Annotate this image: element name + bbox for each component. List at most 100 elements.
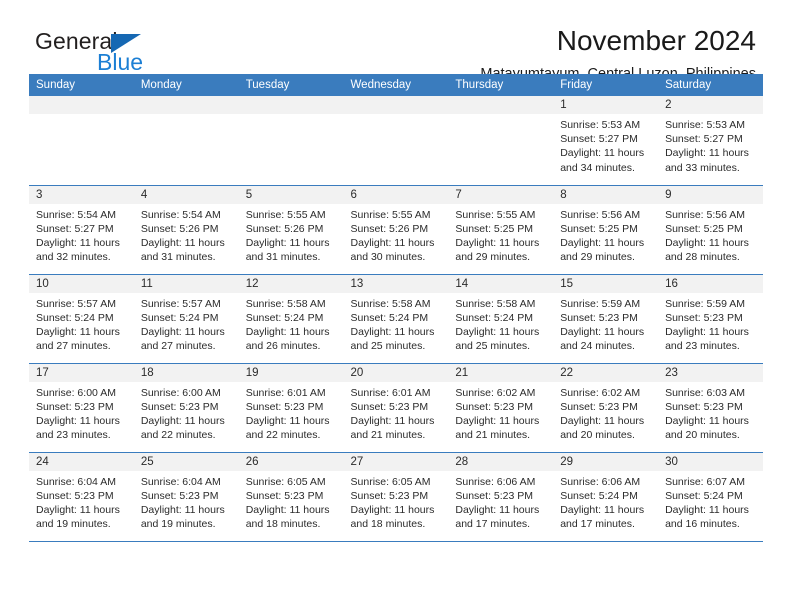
- day-details: Sunrise: 5:57 AM Sunset: 5:24 PM Dayligh…: [29, 293, 134, 354]
- sunrise-text: Sunrise: 6:00 AM: [140, 386, 221, 399]
- day-number: 3: [29, 185, 134, 204]
- day-cell[interactable]: 24 Sunrise: 6:04 AM Sunset: 5:23 PM Dayl…: [29, 452, 134, 542]
- calendar-body: 1 Sunrise: 5:53 AM Sunset: 5:27 PM Dayli…: [29, 96, 763, 542]
- daylight-text-line1: Daylight: 11 hours: [36, 325, 120, 338]
- day-cell[interactable]: 5 Sunrise: 5:55 AM Sunset: 5:26 PM Dayli…: [238, 185, 344, 275]
- day-details: Sunrise: 6:02 AM Sunset: 5:23 PM Dayligh…: [553, 382, 658, 443]
- sunset-text: Sunset: 5:23 PM: [350, 400, 429, 413]
- daylight-text-line2: and 18 minutes.: [245, 518, 321, 531]
- day-cell[interactable]: [343, 96, 449, 186]
- daylight-text-line1: Daylight: 11 hours: [36, 503, 120, 516]
- day-cell[interactable]: 25 Sunrise: 6:04 AM Sunset: 5:23 PM Dayl…: [133, 452, 239, 542]
- day-cell[interactable]: 15 Sunrise: 5:59 AM Sunset: 5:23 PM Dayl…: [553, 274, 659, 364]
- day-cell[interactable]: 27 Sunrise: 6:05 AM Sunset: 5:23 PM Dayl…: [343, 452, 449, 542]
- daylight-text-line1: Daylight: 11 hours: [350, 503, 435, 516]
- weekday-header-wednesday: Wednesday: [350, 79, 412, 91]
- daylight-text-line1: Daylight: 11 hours: [245, 503, 330, 516]
- day-details: Sunrise: 5:53 AM Sunset: 5:27 PM Dayligh…: [553, 114, 658, 175]
- daylight-text-line1: Daylight: 11 hours: [455, 236, 540, 249]
- day-cell[interactable]: [238, 96, 344, 186]
- daylight-text-line2: and 28 minutes.: [665, 251, 740, 264]
- daylight-text-line2: and 16 minutes.: [665, 518, 740, 531]
- day-details: Sunrise: 5:53 AM Sunset: 5:27 PM Dayligh…: [658, 114, 763, 175]
- week-row: 10 Sunrise: 5:57 AM Sunset: 5:24 PM Dayl…: [29, 274, 763, 364]
- day-cell[interactable]: 18 Sunrise: 6:00 AM Sunset: 5:23 PM Dayl…: [133, 363, 239, 453]
- day-cell[interactable]: 2 Sunrise: 5:53 AM Sunset: 5:27 PM Dayli…: [658, 96, 763, 186]
- day-cell[interactable]: 8 Sunrise: 5:56 AM Sunset: 5:25 PM Dayli…: [553, 185, 659, 275]
- day-cell[interactable]: 11 Sunrise: 5:57 AM Sunset: 5:24 PM Dayl…: [133, 274, 239, 364]
- day-number: 16: [658, 274, 763, 293]
- weekday-header-friday: Friday: [560, 79, 593, 91]
- week-row: 3 Sunrise: 5:54 AM Sunset: 5:27 PM Dayli…: [29, 185, 763, 275]
- sunset-text: Sunset: 5:24 PM: [665, 489, 743, 502]
- daylight-text-line2: and 32 minutes.: [36, 251, 111, 264]
- day-cell[interactable]: 23 Sunrise: 6:03 AM Sunset: 5:23 PM Dayl…: [658, 363, 763, 453]
- day-cell[interactable]: [133, 96, 239, 186]
- day-cell[interactable]: 14 Sunrise: 5:58 AM Sunset: 5:24 PM Dayl…: [448, 274, 554, 364]
- day-cell[interactable]: 10 Sunrise: 5:57 AM Sunset: 5:24 PM Dayl…: [29, 274, 134, 364]
- page-title: November 2024: [556, 25, 756, 56]
- sunrise-text: Sunrise: 5:57 AM: [36, 297, 116, 310]
- sunset-text: Sunset: 5:24 PM: [350, 311, 429, 324]
- day-cell[interactable]: 19 Sunrise: 6:01 AM Sunset: 5:23 PM Dayl…: [238, 363, 344, 453]
- daylight-text-line1: Daylight: 11 hours: [455, 414, 540, 427]
- daylight-text-line1: Daylight: 11 hours: [560, 325, 645, 338]
- sunset-text: Sunset: 5:24 PM: [140, 311, 219, 324]
- day-details: Sunrise: 5:54 AM Sunset: 5:26 PM Dayligh…: [134, 204, 239, 265]
- day-details: Sunrise: 5:58 AM Sunset: 5:24 PM Dayligh…: [344, 293, 449, 354]
- sunset-text: Sunset: 5:23 PM: [665, 311, 743, 324]
- day-details: Sunrise: 6:05 AM Sunset: 5:23 PM Dayligh…: [239, 471, 344, 532]
- daylight-text-line1: Daylight: 11 hours: [560, 236, 645, 249]
- daylight-text-line2: and 20 minutes.: [665, 429, 740, 442]
- daylight-text-line2: and 29 minutes.: [455, 251, 531, 264]
- day-number: 4: [133, 185, 239, 204]
- day-cell[interactable]: 12 Sunrise: 5:58 AM Sunset: 5:24 PM Dayl…: [238, 274, 344, 364]
- day-cell[interactable]: 16 Sunrise: 5:59 AM Sunset: 5:23 PM Dayl…: [658, 274, 763, 364]
- day-cell[interactable]: 26 Sunrise: 6:05 AM Sunset: 5:23 PM Dayl…: [238, 452, 344, 542]
- sunrise-text: Sunrise: 6:02 AM: [455, 386, 536, 399]
- sunrise-text: Sunrise: 5:56 AM: [665, 208, 746, 221]
- day-cell[interactable]: 21 Sunrise: 6:02 AM Sunset: 5:23 PM Dayl…: [448, 363, 554, 453]
- day-details: Sunrise: 6:06 AM Sunset: 5:23 PM Dayligh…: [448, 471, 553, 532]
- day-details: Sunrise: 6:00 AM Sunset: 5:23 PM Dayligh…: [29, 382, 134, 443]
- day-details: Sunrise: 5:59 AM Sunset: 5:23 PM Dayligh…: [553, 293, 658, 354]
- sunset-text: Sunset: 5:24 PM: [36, 311, 114, 324]
- day-cell[interactable]: 3 Sunrise: 5:54 AM Sunset: 5:27 PM Dayli…: [29, 185, 134, 275]
- day-cell[interactable]: 29 Sunrise: 6:06 AM Sunset: 5:24 PM Dayl…: [553, 452, 659, 542]
- day-cell[interactable]: 30 Sunrise: 6:07 AM Sunset: 5:24 PM Dayl…: [658, 452, 763, 542]
- daylight-text-line1: Daylight: 11 hours: [665, 236, 749, 249]
- day-details: Sunrise: 6:00 AM Sunset: 5:23 PM Dayligh…: [134, 382, 239, 443]
- day-number: 26: [238, 452, 344, 471]
- sunset-text: Sunset: 5:27 PM: [665, 133, 743, 146]
- day-cell[interactable]: 1 Sunrise: 5:53 AM Sunset: 5:27 PM Dayli…: [553, 96, 659, 186]
- daylight-text-line2: and 17 minutes.: [455, 518, 531, 531]
- day-cell[interactable]: 28 Sunrise: 6:06 AM Sunset: 5:23 PM Dayl…: [448, 452, 554, 542]
- day-details: Sunrise: 5:55 AM Sunset: 5:26 PM Dayligh…: [239, 204, 344, 265]
- daylight-text-line2: and 30 minutes.: [350, 251, 426, 264]
- day-cell[interactable]: 22 Sunrise: 6:02 AM Sunset: 5:23 PM Dayl…: [553, 363, 659, 453]
- daylight-text-line2: and 31 minutes.: [245, 251, 321, 264]
- day-cell[interactable]: 9 Sunrise: 5:56 AM Sunset: 5:25 PM Dayli…: [658, 185, 763, 275]
- sunset-text: Sunset: 5:23 PM: [350, 489, 429, 502]
- day-cell[interactable]: 17 Sunrise: 6:00 AM Sunset: 5:23 PM Dayl…: [29, 363, 134, 453]
- day-cell[interactable]: 7 Sunrise: 5:55 AM Sunset: 5:25 PM Dayli…: [448, 185, 554, 275]
- daylight-text-line2: and 22 minutes.: [245, 429, 321, 442]
- day-number: 1: [553, 96, 659, 114]
- daylight-text-line2: and 33 minutes.: [665, 161, 740, 174]
- sunset-text: Sunset: 5:25 PM: [455, 222, 534, 235]
- day-cell[interactable]: 6 Sunrise: 5:55 AM Sunset: 5:26 PM Dayli…: [343, 185, 449, 275]
- sunset-text: Sunset: 5:23 PM: [665, 400, 743, 413]
- day-cell[interactable]: 13 Sunrise: 5:58 AM Sunset: 5:24 PM Dayl…: [343, 274, 449, 364]
- daylight-text-line2: and 17 minutes.: [560, 518, 635, 531]
- daylight-text-line1: Daylight: 11 hours: [245, 414, 330, 427]
- day-cell[interactable]: 4 Sunrise: 5:54 AM Sunset: 5:26 PM Dayli…: [133, 185, 239, 275]
- day-number: 23: [658, 363, 763, 382]
- day-cell[interactable]: [29, 96, 134, 186]
- calendar-table: Sunday Monday Tuesday Wednesday Thursday…: [29, 74, 763, 542]
- sunrise-text: Sunrise: 5:54 AM: [36, 208, 116, 221]
- day-number: [448, 96, 554, 114]
- day-cell[interactable]: 20 Sunrise: 6:01 AM Sunset: 5:23 PM Dayl…: [343, 363, 449, 453]
- week-row: 17 Sunrise: 6:00 AM Sunset: 5:23 PM Dayl…: [29, 363, 763, 453]
- daylight-text-line2: and 25 minutes.: [350, 340, 426, 353]
- day-cell[interactable]: [448, 96, 554, 186]
